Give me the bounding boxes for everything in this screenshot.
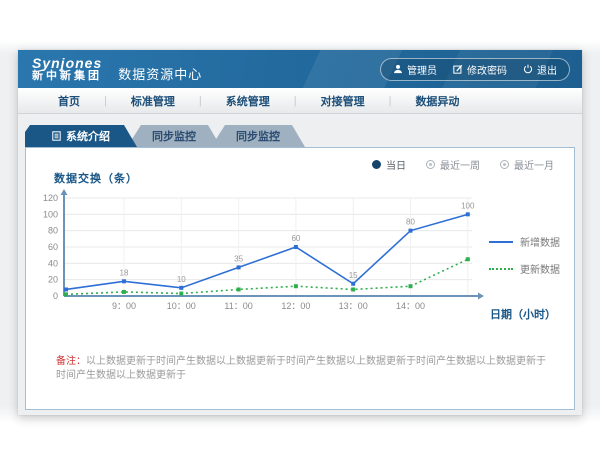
- svg-text:9：00: 9：00: [112, 301, 136, 311]
- logo-text-cn: 新中新集团: [32, 71, 102, 83]
- change-password-button[interactable]: 修改密码: [453, 62, 507, 77]
- svg-text:60: 60: [48, 242, 58, 252]
- tab-label: 同步监控: [152, 128, 196, 144]
- svg-text:0: 0: [53, 291, 58, 301]
- nav-item-4[interactable]: 数据异动: [391, 93, 483, 109]
- tab-1[interactable]: 同步监控: [127, 125, 221, 147]
- edit-icon: [453, 64, 463, 74]
- radio-range-1[interactable]: 最近一周: [426, 157, 480, 172]
- legend-swatch: [489, 268, 513, 270]
- nav-item-0[interactable]: 首页: [34, 93, 104, 109]
- footnote-text: 以上数据更新于时间产生数据以上数据更新于时间产生数据以上数据更新于时间产生数据以…: [56, 356, 546, 381]
- nav-item-1[interactable]: 标准管理: [107, 93, 199, 109]
- svg-text:40: 40: [48, 258, 58, 268]
- svg-text:20: 20: [48, 275, 58, 285]
- radio-range-2[interactable]: 最近一月: [500, 157, 554, 172]
- legend-swatch: [489, 241, 513, 243]
- power-icon: [523, 64, 533, 74]
- nav-item-3[interactable]: 对接管理: [297, 93, 389, 109]
- svg-text:120: 120: [43, 193, 58, 203]
- footnote: 备注：以上数据更新于时间产生数据以上数据更新于时间产生数据以上数据更新于时间产生…: [56, 355, 554, 383]
- tab-bar: 系统介绍 同步监控 同步监控: [25, 125, 305, 147]
- svg-text:35: 35: [234, 254, 243, 263]
- company-logo: Synjones 新中新集团: [32, 56, 102, 82]
- tab-2[interactable]: 同步监控: [211, 125, 305, 147]
- radio-label: 最近一月: [514, 157, 554, 172]
- svg-text:14：00: 14：00: [396, 301, 425, 311]
- radio-label: 最近一周: [440, 157, 480, 172]
- svg-text:10：00: 10：00: [167, 301, 196, 311]
- chart-panel: 当日最近一周最近一月 数据交换（条） 0204060801001209：0010…: [25, 147, 575, 410]
- legend-label: 新增数据: [520, 234, 560, 249]
- logo-text-en: Synjones: [32, 56, 102, 71]
- tab-label: 同步监控: [236, 128, 280, 144]
- radio-icon: [372, 160, 381, 169]
- logout-button[interactable]: 退出: [523, 62, 557, 77]
- x-axis-title: 日期（小时）: [490, 306, 556, 322]
- svg-text:100: 100: [43, 209, 58, 219]
- svg-text:15: 15: [349, 271, 358, 280]
- svg-text:11：00: 11：00: [224, 301, 252, 311]
- svg-text:10: 10: [177, 275, 186, 284]
- user-icon: [393, 64, 403, 74]
- nav-item-2[interactable]: 系统管理: [202, 93, 294, 109]
- user-menu[interactable]: 管理员: [393, 62, 437, 77]
- tab-label: 系统介绍: [66, 128, 110, 144]
- legend-item-0: 新增数据: [489, 234, 560, 249]
- svg-text:100: 100: [461, 201, 475, 210]
- content-area: 系统介绍同步监控同步监控 当日最近一周最近一月 数据交换（条） 02040608…: [18, 114, 582, 414]
- app-window: Synjones 新中新集团 数据资源中心 管理员 修改密码 退出 首页|标准管…: [18, 50, 582, 415]
- main-nav: 首页|标准管理|系统管理|对接管理|数据异动: [18, 88, 582, 114]
- radio-icon: [500, 160, 509, 169]
- range-filter: 当日 最近一周 最近一月: [372, 157, 554, 172]
- change-password-label: 修改密码: [467, 62, 507, 77]
- app-header: Synjones 新中新集团 数据资源中心 管理员 修改密码 退出: [18, 50, 582, 88]
- user-label: 管理员: [407, 62, 437, 77]
- chart-legend: 新增数据更新数据: [489, 234, 560, 276]
- radio-label: 当日: [386, 157, 406, 172]
- legend-label: 更新数据: [520, 261, 560, 276]
- svg-text:12：00: 12：00: [281, 301, 310, 311]
- footnote-prefix: 备注：: [56, 356, 86, 367]
- svg-text:60: 60: [291, 234, 300, 243]
- svg-text:80: 80: [48, 226, 58, 236]
- svg-text:80: 80: [406, 218, 415, 227]
- document-icon: [52, 131, 61, 141]
- radio-icon: [426, 160, 435, 169]
- logout-label: 退出: [537, 62, 557, 77]
- tab-0[interactable]: 系统介绍: [25, 125, 137, 147]
- account-bar: 管理员 修改密码 退出: [380, 58, 570, 81]
- legend-item-1: 更新数据: [489, 261, 560, 276]
- radio-range-0[interactable]: 当日: [372, 157, 406, 172]
- svg-text:18: 18: [120, 268, 129, 277]
- page-title: 数据资源中心: [118, 64, 202, 83]
- svg-text:13：00: 13：00: [339, 301, 368, 311]
